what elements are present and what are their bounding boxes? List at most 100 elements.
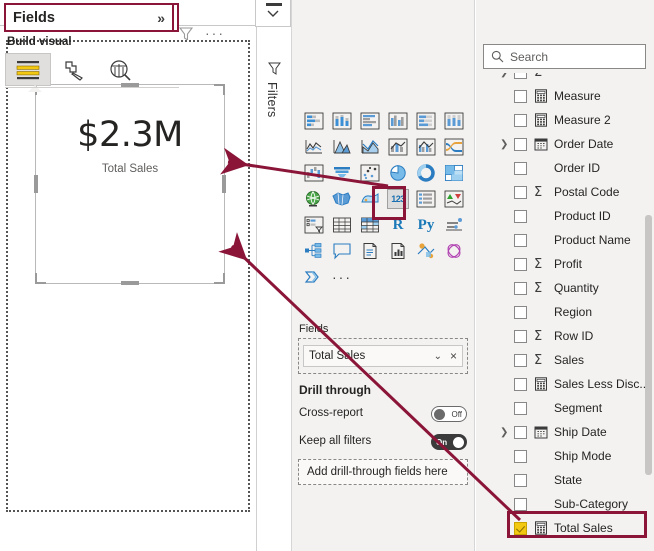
field-row[interactable]: Sales Less Disc... [476, 372, 654, 396]
visual-more-options-icon[interactable]: ··· [205, 26, 225, 40]
visual-line-clustered-column-chart[interactable] [412, 134, 440, 160]
visual-power-automate[interactable] [300, 264, 328, 290]
collapse-ribbon-button[interactable] [255, 0, 291, 27]
visual-stacked-column-chart[interactable] [328, 108, 356, 134]
chevron-double-right-icon[interactable]: » [157, 10, 165, 26]
fields-pane-header[interactable]: Fields » [4, 3, 174, 32]
field-checkbox[interactable] [514, 281, 527, 295]
resize-handle-bottom-left[interactable] [35, 273, 46, 284]
resize-handle-top-right[interactable] [214, 84, 225, 95]
visual-scatter-chart[interactable] [356, 160, 384, 186]
visual-python[interactable]: Py [412, 212, 440, 238]
field-row[interactable]: ❯ Order Date [476, 132, 654, 156]
field-row[interactable]: State [476, 468, 654, 492]
visual-filled-map[interactable] [328, 186, 356, 212]
visual-area-chart[interactable] [328, 134, 356, 160]
visual-line-chart[interactable] [300, 134, 328, 160]
field-row[interactable]: Product ID [476, 204, 654, 228]
remove-field-icon[interactable]: × [450, 349, 457, 363]
visual-more-options[interactable]: ··· [328, 264, 356, 290]
visual-slicer[interactable] [300, 212, 328, 238]
field-checkbox[interactable] [514, 89, 527, 103]
field-row[interactable]: ❯ Ship Date [476, 420, 654, 444]
report-page-canvas[interactable]: $2.3M Total Sales [6, 40, 250, 512]
visual-clustered-bar-chart[interactable] [356, 108, 384, 134]
field-checkbox[interactable] [514, 497, 527, 511]
visual-table[interactable] [328, 212, 356, 238]
field-row[interactable]: Σ Sales [476, 348, 654, 372]
field-checkbox[interactable] [514, 377, 527, 391]
field-row[interactable]: Σ Profit [476, 252, 654, 276]
field-row[interactable]: Measure [476, 84, 654, 108]
filters-pane-collapsed[interactable]: Filters [256, 27, 291, 551]
field-checkbox[interactable] [514, 233, 527, 247]
expand-chevron-icon[interactable]: ❯ [500, 73, 510, 78]
field-row[interactable]: Measure 2 [476, 108, 654, 132]
field-row[interactable]: Σ Quantity [476, 276, 654, 300]
field-row[interactable]: Σ Postal Code [476, 180, 654, 204]
visual-card[interactable]: 123 [384, 186, 412, 212]
visual-qanda[interactable] [328, 238, 356, 264]
visual-arcgis-maps[interactable] [440, 238, 468, 264]
field-row[interactable]: Sub-Category [476, 492, 654, 516]
field-row[interactable]: Product Name [476, 228, 654, 252]
resize-handle-right[interactable] [222, 175, 226, 193]
visual-line-stacked-column-chart[interactable] [384, 134, 412, 160]
visual-narrative[interactable] [356, 238, 384, 264]
expand-chevron-icon[interactable]: ❯ [500, 427, 510, 438]
resize-handle-left[interactable] [34, 175, 38, 193]
field-checkbox[interactable] [514, 473, 527, 487]
field-row[interactable]: Ship Mode [476, 444, 654, 468]
card-visual[interactable]: $2.3M Total Sales [34, 83, 226, 285]
field-checkbox[interactable] [514, 449, 527, 463]
visual-key-influencers[interactable] [440, 212, 468, 238]
visual-100-stacked-column-chart[interactable] [440, 108, 468, 134]
visual-donut-chart[interactable] [412, 160, 440, 186]
visual-treemap[interactable] [440, 160, 468, 186]
fields-search-box[interactable]: Search [483, 44, 646, 69]
visual-multi-row-card[interactable] [412, 186, 440, 212]
field-row[interactable]: Order ID [476, 156, 654, 180]
tab-build-visual[interactable] [5, 53, 51, 92]
visual-r-script[interactable]: R [384, 212, 412, 238]
chevron-down-icon[interactable]: ⌄ [434, 351, 442, 362]
visual-matrix[interactable] [356, 212, 384, 238]
field-checkbox[interactable] [514, 521, 527, 535]
visual-stacked-bar-chart[interactable] [300, 108, 328, 134]
field-checkbox[interactable] [514, 305, 527, 319]
field-checkbox[interactable] [514, 73, 527, 79]
field-checkbox[interactable] [514, 425, 527, 439]
field-checkbox[interactable] [514, 209, 527, 223]
tab-analytics[interactable] [97, 53, 143, 86]
resize-handle-bottom-right[interactable] [214, 273, 225, 284]
expand-chevron-icon[interactable]: ❯ [500, 139, 510, 150]
keep-all-filters-toggle[interactable]: On [431, 434, 467, 450]
visual-pie-chart[interactable] [384, 160, 412, 186]
visual-power-apps[interactable] [412, 238, 440, 264]
field-row[interactable]: Total Sales [476, 516, 654, 540]
visual-paginated-report[interactable] [384, 238, 412, 264]
field-checkbox[interactable] [514, 257, 527, 271]
field-row[interactable]: ❯Σ [476, 73, 654, 84]
field-row[interactable]: Segment [476, 396, 654, 420]
field-checkbox[interactable] [514, 113, 527, 127]
resize-handle-bottom[interactable] [121, 281, 139, 285]
field-row[interactable]: Region [476, 300, 654, 324]
field-checkbox[interactable] [514, 161, 527, 175]
field-checkbox[interactable] [514, 353, 527, 367]
visual-shape-map[interactable] [356, 186, 384, 212]
fields-list[interactable]: ❯Σ Measure Measure 2❯ Order DateOrder ID… [476, 73, 654, 551]
field-row[interactable]: Σ Row ID [476, 324, 654, 348]
visual-100-stacked-bar-chart[interactable] [412, 108, 440, 134]
drill-through-dropzone[interactable]: Add drill-through fields here [298, 459, 468, 485]
field-checkbox[interactable] [514, 329, 527, 343]
field-checkbox[interactable] [514, 137, 527, 151]
fields-well-item[interactable]: Total Sales ⌄ × [303, 345, 463, 367]
visual-stacked-area-chart[interactable] [356, 134, 384, 160]
visual-ribbon-chart[interactable] [440, 134, 468, 160]
visual-funnel-chart[interactable] [328, 160, 356, 186]
visual-map[interactable] [300, 186, 328, 212]
visual-waterfall-chart[interactable] [300, 160, 328, 186]
tab-format-visual[interactable] [51, 53, 97, 86]
field-checkbox[interactable] [514, 401, 527, 415]
